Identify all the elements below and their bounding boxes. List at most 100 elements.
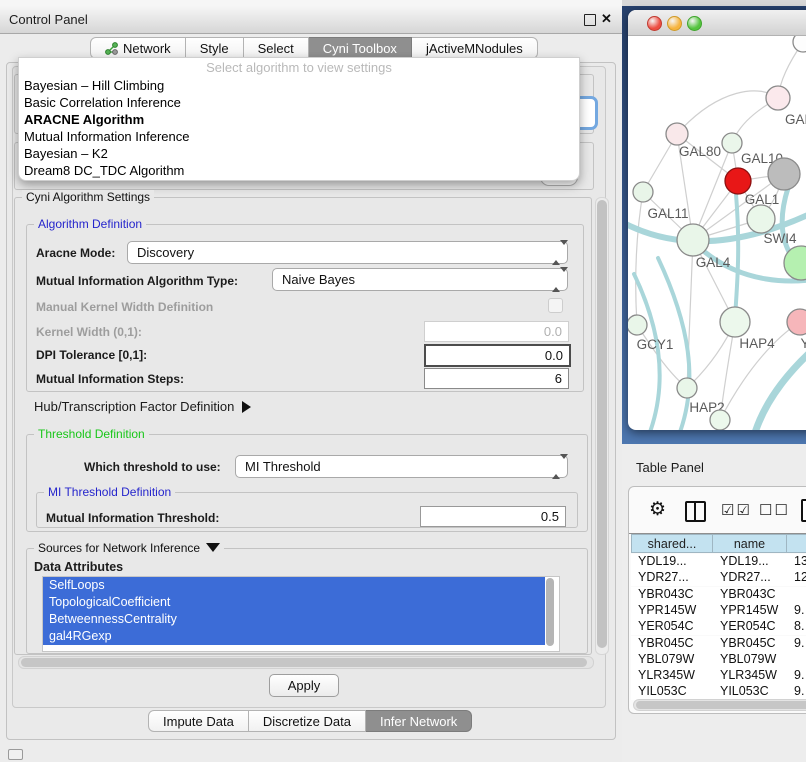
network-node-gal1[interactable]	[747, 205, 775, 233]
table-cell	[787, 587, 806, 603]
mi-type-combo[interactable]: Naive Bayes	[272, 268, 568, 291]
table-cell: 9.	[787, 684, 806, 700]
split-columns-icon[interactable]	[685, 501, 706, 522]
collapsed-panel-icon[interactable]	[8, 749, 23, 760]
scrollbar-thumb[interactable]	[636, 701, 806, 709]
network-node-gal10[interactable]	[722, 133, 742, 153]
table-row[interactable]: YBL079WYBL079W	[631, 652, 806, 668]
network-node-gal11[interactable]	[633, 182, 653, 202]
mi-type-value: Naive Bayes	[282, 272, 355, 287]
table-cell: 12	[787, 570, 806, 586]
control-panel-title: Control Panel	[9, 12, 88, 27]
tab-discretize-data[interactable]: Discretize Data	[249, 710, 366, 732]
table-row[interactable]: YBR045CYBR045C9.	[631, 636, 806, 652]
tab-impute-data[interactable]: Impute Data	[148, 710, 249, 732]
settings-vertical-scrollbar[interactable]	[595, 197, 609, 655]
tab-cyni-toolbox[interactable]: Cyni Toolbox	[309, 37, 412, 59]
screen: Control Panel ✕ NetworkStyleSelectCyni T…	[0, 0, 806, 762]
tab-network[interactable]: Network	[90, 37, 186, 59]
data-attribute-item[interactable]: BetweennessCentrality	[43, 611, 545, 628]
which-threshold-label: Which threshold to use:	[84, 460, 221, 474]
tab-label: Impute Data	[163, 714, 234, 729]
network-node-gal4[interactable]	[677, 224, 709, 256]
table-cell: YPR145W	[631, 603, 713, 619]
close-button[interactable]	[647, 16, 662, 31]
dpi-tolerance-field[interactable]: 0.0	[424, 344, 571, 367]
table-cell: YBR045C	[631, 636, 713, 652]
minimize-button[interactable]	[667, 16, 682, 31]
network-node[interactable]	[710, 410, 730, 430]
scrollbar-thumb[interactable]	[597, 200, 607, 648]
network-icon	[105, 42, 118, 55]
algorithm-option[interactable]: Dream8 DC_TDC Algorithm	[19, 162, 579, 179]
network-node-gal[interactable]	[766, 86, 790, 110]
network-view[interactable]: GALGAL80GAL10GAL1GAL11SWI4GAL4GCY1HAP4YH…	[628, 36, 806, 430]
apply-button[interactable]: Apply	[269, 674, 339, 697]
node-label: Y	[800, 336, 806, 351]
stepper-icon	[552, 245, 560, 260]
network-node[interactable]	[725, 168, 751, 194]
scrollbar-thumb[interactable]	[546, 578, 554, 646]
algorithm-option[interactable]: Bayesian – Hill Climbing	[19, 77, 579, 94]
algorithm-option[interactable]: Mutual Information Inference	[19, 128, 579, 145]
tab-style[interactable]: Style	[186, 37, 244, 59]
table-row[interactable]: YBR043CYBR043C	[631, 587, 806, 603]
table-cell: YBL079W	[631, 652, 713, 668]
algorithm-option[interactable]: ARACNE Algorithm	[19, 111, 579, 128]
tab-jactivemnodules[interactable]: jActiveMNodules	[412, 37, 538, 59]
settings-horizontal-scrollbar[interactable]	[18, 656, 594, 669]
table-cell: YIL053C	[713, 684, 787, 700]
table-row[interactable]: YPR145WYPR145W9.	[631, 603, 806, 619]
mi-threshold-label: Mutual Information Threshold:	[46, 511, 219, 525]
table-horizontal-scrollbar[interactable]	[633, 699, 806, 711]
network-edge[interactable]	[677, 91, 778, 134]
table-row[interactable]: YDL19...YDL19...13	[631, 554, 806, 570]
close-icon[interactable]: ✕	[601, 11, 612, 27]
network-node-hap2[interactable]	[677, 378, 697, 398]
column-header-a[interactable]: A	[787, 534, 806, 553]
data-attribute-item[interactable]: gal4RGexp	[43, 628, 545, 645]
table-row[interactable]: YLR345WYLR345W9.	[631, 668, 806, 684]
network-node-y[interactable]	[787, 309, 806, 335]
network-edge[interactable]	[636, 192, 643, 325]
algorithm-option[interactable]: Basic Correlation Inference	[19, 94, 579, 111]
checked-checkboxes-icon[interactable]: ☑☑	[721, 501, 752, 519]
network-node[interactable]	[793, 36, 806, 52]
column-header-name[interactable]: name	[713, 534, 787, 553]
data-attribute-item[interactable]: TopologicalCoefficient	[43, 594, 545, 611]
algorithm-option[interactable]: Bayesian – K2	[19, 145, 579, 162]
tab-label: Discretize Data	[263, 714, 351, 729]
table-row[interactable]: YDR27...YDR27...12	[631, 570, 806, 586]
expanded-arrow-icon	[206, 543, 220, 552]
network-edge-highlighted[interactable]	[735, 194, 738, 320]
data-attribute-item[interactable]: SelfLoops	[43, 577, 545, 594]
document-icon[interactable]	[801, 499, 806, 522]
unchecked-checkboxes-icon[interactable]: ☐☐	[759, 501, 790, 519]
scrollbar-thumb[interactable]	[21, 658, 587, 667]
gear-icon[interactable]: ⚙	[649, 498, 666, 521]
tab-infer-network[interactable]: Infer Network	[366, 710, 472, 732]
table-row[interactable]: YER054CYER054C8.	[631, 619, 806, 635]
network-node-gcy1[interactable]	[628, 315, 647, 335]
network-node-hap4[interactable]	[720, 307, 750, 337]
mi-threshold-field[interactable]: 0.5	[420, 506, 566, 527]
table-cell: YDR27...	[631, 570, 713, 586]
aracne-mode-combo[interactable]: Discovery	[127, 241, 568, 264]
zoom-button[interactable]	[687, 16, 702, 31]
sources-group-title[interactable]: Sources for Network Inference	[34, 541, 224, 555]
which-threshold-combo[interactable]: MI Threshold	[235, 455, 568, 478]
manual-kernel-checkbox[interactable]	[548, 298, 563, 313]
table-cell: 9.	[787, 636, 806, 652]
network-node[interactable]	[768, 158, 800, 190]
mi-steps-field[interactable]: 6	[424, 368, 569, 389]
network-node-gal80[interactable]	[666, 123, 688, 145]
table-row[interactable]: YIL053CYIL053C9.	[631, 684, 806, 700]
network-edge[interactable]	[637, 325, 687, 388]
tab-select[interactable]: Select	[244, 37, 309, 59]
attributes-scrollbar[interactable]	[545, 578, 555, 648]
column-header-shared[interactable]: shared...	[631, 534, 713, 553]
float-window-icon[interactable]	[584, 14, 596, 26]
hub-definition-toggle[interactable]: Hub/Transcription Factor Definition	[34, 399, 251, 414]
kernel-width-field[interactable]: 0.0	[424, 321, 569, 342]
data-attributes-list: SelfLoopsTopologicalCoefficientBetweenne…	[42, 576, 560, 652]
